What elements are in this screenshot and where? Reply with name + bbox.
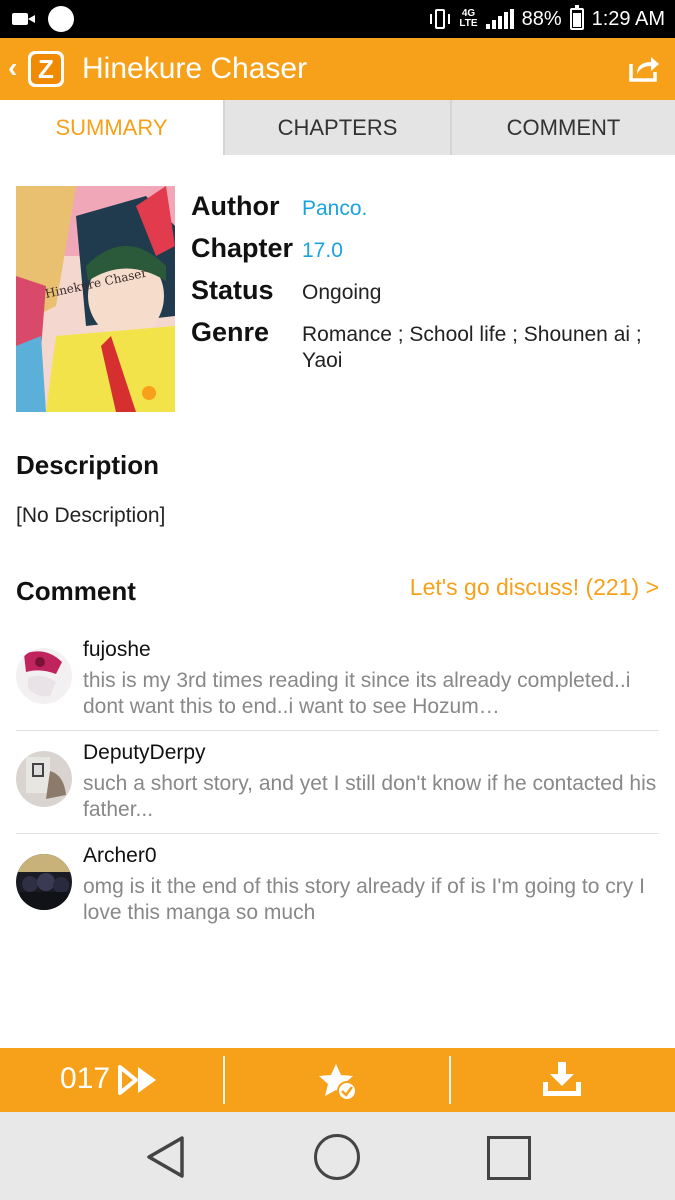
avatar[interactable] xyxy=(16,854,72,910)
genre-value: Romance ; School life ; Shounen ai ; Yao… xyxy=(302,323,642,372)
notification-dot-icon xyxy=(48,6,74,32)
author-label: Author xyxy=(191,191,280,221)
page-title: Hinekure Chaser xyxy=(82,52,308,85)
description-text: [No Description] xyxy=(16,504,166,527)
chapter-link[interactable]: 17.0 xyxy=(302,232,343,264)
battery-icon xyxy=(569,5,584,30)
comment-username[interactable]: DeputyDerpy xyxy=(83,741,206,765)
fast-forward-icon xyxy=(118,1065,156,1095)
app-bar: ‹ Z Hinekure Chaser xyxy=(0,38,675,100)
comment-text: such a short story, and yet I still don'… xyxy=(83,772,657,821)
download-icon xyxy=(543,1062,581,1096)
share-icon[interactable] xyxy=(627,52,661,86)
network-type-icon: 4G LTE xyxy=(459,8,478,29)
tab-comment[interactable]: COMMENT xyxy=(450,100,675,155)
avatar[interactable] xyxy=(16,648,72,704)
vibrate-icon xyxy=(429,8,451,30)
status-value: Ongoing xyxy=(302,281,382,304)
nav-recents-icon[interactable] xyxy=(487,1136,531,1180)
comment-text: this is my 3rd times reading it since it… xyxy=(83,669,631,718)
system-nav-bar xyxy=(0,1112,675,1200)
comment-item[interactable]: Archer0 omg is it the end of this story … xyxy=(16,834,659,937)
author-link[interactable]: Panco. xyxy=(302,190,367,222)
status-bar: 4G LTE 88% 1:29 AM xyxy=(0,0,675,38)
comment-text: omg is it the end of this story already … xyxy=(83,875,645,924)
chapter-number: 017 xyxy=(60,1062,111,1095)
app-logo[interactable]: Z xyxy=(28,51,64,87)
video-icon xyxy=(12,11,36,27)
tab-chapters[interactable]: CHAPTERS xyxy=(223,100,450,155)
discuss-link[interactable]: Let's go discuss! (221) > xyxy=(410,574,659,601)
action-bar: 017 xyxy=(0,1048,675,1112)
tab-bar: SUMMARY CHAPTERS COMMENT xyxy=(0,100,675,155)
comment-username[interactable]: fujoshe xyxy=(83,638,151,662)
cover-image[interactable]: Hinekure Chaser xyxy=(16,186,175,412)
battery-percent: 88% xyxy=(521,7,562,30)
avatar[interactable] xyxy=(16,751,72,807)
continue-reading-button[interactable]: 017 xyxy=(0,1048,224,1112)
manga-info: Author Panco. Chapter 17.0 Status Ongoin… xyxy=(191,190,661,384)
nav-home-icon[interactable] xyxy=(314,1134,360,1180)
favorite-button[interactable] xyxy=(224,1048,450,1112)
app-logo-letter: Z xyxy=(31,54,61,84)
comment-list: fujoshe this is my 3rd times reading it … xyxy=(16,628,659,937)
comment-item[interactable]: DeputyDerpy such a short story, and yet … xyxy=(16,731,659,834)
nav-back-icon[interactable] xyxy=(144,1134,188,1180)
tab-summary[interactable]: SUMMARY xyxy=(0,100,223,155)
signal-icon xyxy=(485,9,514,29)
status-label: Status xyxy=(191,275,274,305)
back-chevron-icon[interactable]: ‹ xyxy=(8,54,17,82)
download-button[interactable] xyxy=(450,1048,675,1112)
comment-item[interactable]: fujoshe this is my 3rd times reading it … xyxy=(16,628,659,731)
comment-username[interactable]: Archer0 xyxy=(83,844,157,868)
chapter-label: Chapter xyxy=(191,233,294,263)
clock: 1:29 AM xyxy=(591,7,665,30)
genre-label: Genre xyxy=(191,317,270,347)
description-heading: Description xyxy=(16,450,160,480)
comment-heading: Comment xyxy=(16,576,136,606)
star-check-icon xyxy=(319,1064,357,1101)
